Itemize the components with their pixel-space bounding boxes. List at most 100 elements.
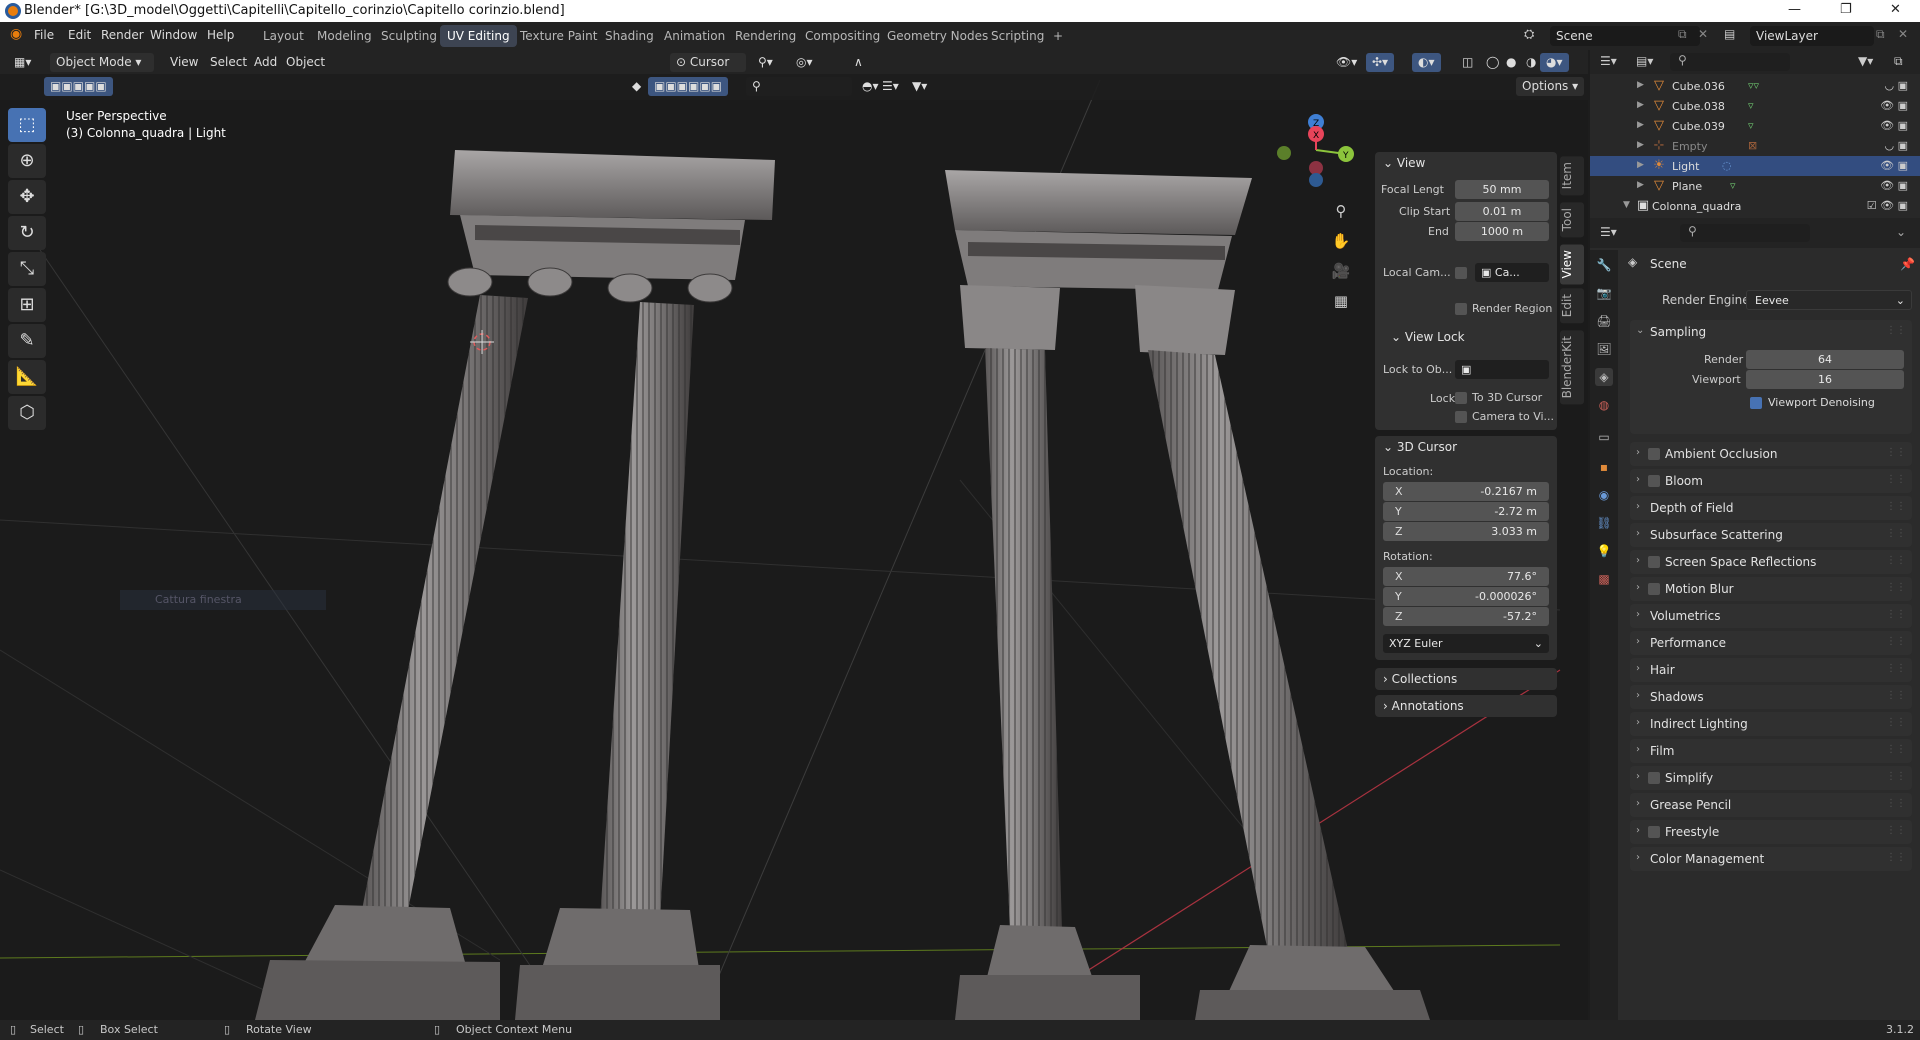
move-tool-icon[interactable]: ✥ [8, 180, 46, 214]
scale-tool-icon[interactable]: ⤡ [8, 252, 46, 286]
outliner-row[interactable]: ▶ ▽ Cube.036 ▿▿ ◡ ▣ [1590, 76, 1920, 96]
expand-arrow-icon[interactable]: ▶ [1637, 140, 1644, 150]
viewlayer-new-icon[interactable]: ⧉ [1876, 27, 1894, 45]
properties-editor-type-icon[interactable]: ☰▾ [1600, 225, 1617, 239]
menu-window[interactable]: Window [150, 28, 197, 42]
minimize-button[interactable]: — [1788, 2, 1801, 17]
cursor-location-x-field[interactable]: X -0.2167 m [1383, 482, 1549, 501]
collections-panel[interactable]: › Collections [1375, 668, 1557, 690]
tab-view[interactable]: View [1560, 244, 1584, 285]
add-menu[interactable]: Add [248, 53, 283, 72]
hierarchy-icon[interactable]: ☰▾ [876, 77, 905, 96]
select-mode-icons[interactable]: ▣▣▣▣▣▣ [648, 77, 729, 96]
menu-file[interactable]: File [34, 28, 54, 42]
close-window-button[interactable]: ✕ [1890, 2, 1901, 17]
workspace-tab-texture-paint[interactable]: Texture Paint [513, 25, 604, 47]
section-bloom[interactable]: › Bloom ⋮⋮ [1630, 469, 1912, 493]
expand-arrow-icon[interactable]: › [1636, 690, 1640, 701]
workspace-tab-shading[interactable]: Shading [598, 25, 661, 47]
expand-arrow-icon[interactable]: › [1636, 744, 1640, 755]
workspace-tab-uv-editing[interactable]: UV Editing [440, 25, 517, 47]
visibility-eye-icon[interactable]: 👁 ▣ [1880, 179, 1908, 192]
expand-arrow-icon[interactable]: › [1636, 474, 1640, 485]
tab-tool[interactable]: Tool [1560, 202, 1584, 238]
uv-sync-icon[interactable]: ◆ [626, 77, 647, 96]
section-motion-blur[interactable]: › Motion Blur ⋮⋮ [1630, 577, 1912, 601]
perspective-toggle-icon[interactable]: ▦ [1328, 288, 1354, 314]
visibility-eye-icon[interactable]: 👁 ▣ [1880, 159, 1908, 172]
expand-arrow-icon[interactable]: ▶ [1637, 80, 1644, 90]
tool-properties-icon[interactable]: 🔧 [1595, 256, 1613, 274]
drag-handle-icon[interactable]: ⋮⋮ [1886, 636, 1906, 647]
view-panel-header[interactable]: ⌄ View [1375, 152, 1557, 174]
section-ambient-occlusion[interactable]: › Ambient Occlusion ⋮⋮ [1630, 442, 1912, 466]
section-simplify[interactable]: › Simplify ⋮⋮ [1630, 766, 1912, 790]
drag-handle-icon[interactable]: ⋮⋮ [1886, 690, 1906, 701]
filter-icon[interactable]: ▼▾ [906, 77, 933, 96]
tab-blenderkit[interactable]: BlenderKit [1560, 330, 1584, 405]
zoom-icon[interactable]: ⚲ [1328, 198, 1354, 224]
expand-arrow-icon[interactable]: › [1636, 609, 1640, 620]
drag-handle-icon[interactable]: ⋮⋮ [1886, 501, 1906, 512]
blender-menu-icon[interactable]: ◉ [10, 26, 22, 42]
expand-arrow-icon[interactable]: › [1636, 798, 1640, 809]
view-layer-properties-icon[interactable]: 🖼 [1595, 340, 1613, 358]
menu-edit[interactable]: Edit [68, 28, 91, 42]
collection-properties-icon[interactable]: ▭ [1595, 428, 1613, 446]
section-enable-checkbox[interactable] [1648, 448, 1660, 460]
expand-arrow-icon[interactable]: › [1636, 447, 1640, 458]
drag-handle-icon[interactable]: ⋮⋮ [1886, 447, 1906, 458]
expand-arrow-icon[interactable]: › [1636, 663, 1640, 674]
render-engine-dropdown[interactable]: Eevee ⌄ [1746, 290, 1912, 310]
drag-handle-icon[interactable]: ⋮⋮ [1886, 798, 1906, 809]
local-camera-field[interactable]: ▣ Ca... [1475, 263, 1549, 282]
expand-arrow-icon[interactable]: › [1636, 825, 1640, 836]
section-shadows[interactable]: › Shadows ⋮⋮ [1630, 685, 1912, 709]
expand-arrow-icon[interactable]: ▶ [1637, 100, 1644, 110]
collapse-arrow-icon[interactable]: ▼ [1623, 200, 1630, 210]
workspace-tab-modeling[interactable]: Modeling [310, 25, 379, 47]
annotations-panel[interactable]: › Annotations [1375, 695, 1557, 717]
properties-options-icon[interactable]: ⌄ [1896, 225, 1906, 239]
cursor-rotation-x-field[interactable]: X 77.6° [1383, 567, 1549, 586]
drag-handle-icon[interactable]: ⋮⋮ [1886, 325, 1906, 336]
editor-type-icon[interactable]: ▦▾ [8, 53, 37, 72]
viewlayer-selector[interactable]: ViewLayer [1750, 26, 1874, 46]
add-cube-tool-icon[interactable]: ⬡ [8, 396, 46, 430]
drag-handle-icon[interactable]: ⋮⋮ [1886, 717, 1906, 728]
expand-arrow-icon[interactable]: › [1636, 582, 1640, 593]
render-properties-icon[interactable]: 📷 [1595, 284, 1613, 302]
overlay-toggle-icon[interactable]: ◐▾ [1412, 53, 1441, 72]
constraints-properties-icon[interactable]: ⛓ [1595, 514, 1613, 532]
expand-arrow-icon[interactable]: › [1636, 771, 1640, 782]
lock-to-cursor-checkbox[interactable] [1455, 392, 1467, 404]
drag-handle-icon[interactable]: ⋮⋮ [1886, 555, 1906, 566]
expand-arrow-icon[interactable]: › [1636, 852, 1640, 863]
render-samples-field[interactable]: 64 [1746, 350, 1904, 369]
expand-arrow-icon[interactable]: › [1636, 636, 1640, 647]
select-menu[interactable]: Select [204, 53, 253, 72]
measure-tool-icon[interactable]: 📐 [8, 360, 46, 394]
render-region-checkbox[interactable] [1455, 303, 1467, 315]
transform-tool-icon[interactable]: ⊞ [8, 288, 46, 322]
outliner-row[interactable]: ▶ ▽ Plane ▿ 👁 ▣ [1590, 176, 1920, 196]
section-film[interactable]: › Film ⋮⋮ [1630, 739, 1912, 763]
pin-icon[interactable]: 📌 [1900, 257, 1915, 271]
visibility-eye-icon[interactable]: ◡ ▣ [1885, 79, 1909, 92]
cursor-rotation-y-field[interactable]: Y -0.000026° [1383, 587, 1549, 606]
workspace-tab-scripting[interactable]: Scripting [984, 25, 1051, 47]
new-collection-icon[interactable]: ⧉ [1894, 54, 1903, 69]
drag-handle-icon[interactable]: ⋮⋮ [1886, 825, 1906, 836]
physics-properties-icon[interactable]: ◉ [1595, 486, 1613, 504]
cursor-tool-icon[interactable]: ⊕ [8, 144, 46, 178]
xray-icon[interactable]: ◫ [1456, 53, 1479, 72]
add-workspace-button[interactable]: + [1046, 25, 1070, 47]
viewlayer-icon[interactable]: ▤ [1724, 27, 1742, 45]
3d-cursor-header[interactable]: ⌄ 3D Cursor [1375, 436, 1557, 458]
expand-arrow-icon[interactable]: ▶ [1637, 120, 1644, 130]
camera-to-view-checkbox[interactable] [1455, 411, 1467, 423]
section-enable-checkbox[interactable] [1648, 826, 1660, 838]
outliner-editor-type-icon[interactable]: ☰▾ [1600, 54, 1617, 68]
drag-handle-icon[interactable]: ⋮⋮ [1886, 744, 1906, 755]
workspace-tab-layout[interactable]: Layout [256, 25, 311, 47]
